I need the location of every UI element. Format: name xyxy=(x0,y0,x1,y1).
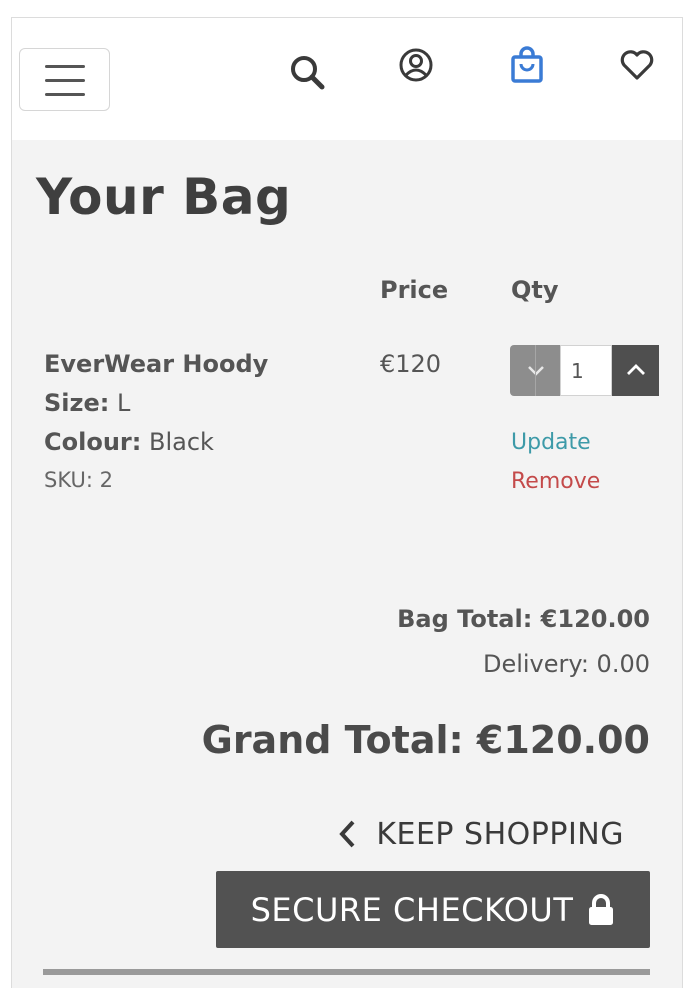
chevron-down-icon xyxy=(528,366,544,376)
site-header xyxy=(12,18,682,140)
lock-icon xyxy=(589,893,614,925)
decrement-button[interactable] xyxy=(510,345,560,396)
keep-shopping-label: KEEP SHOPPING xyxy=(376,816,624,852)
product-size: Size: L xyxy=(44,389,130,417)
size-value: L xyxy=(117,389,131,417)
qty-column-header: Qty xyxy=(511,276,559,304)
quantity-stepper xyxy=(510,345,659,396)
price-column-header: Price xyxy=(380,276,449,304)
chevron-left-icon xyxy=(339,820,355,848)
account-icon[interactable] xyxy=(398,47,434,83)
grand-total: Grand Total: €120.00 xyxy=(201,718,650,762)
hamburger-icon xyxy=(45,65,85,68)
hamburger-icon-bar xyxy=(45,79,85,82)
heart-icon[interactable] xyxy=(619,49,655,81)
page-title: Your Bag xyxy=(36,168,292,226)
bag-total: Bag Total: €120.00 xyxy=(397,605,650,633)
update-link[interactable]: Update xyxy=(511,430,591,455)
quantity-input[interactable] xyxy=(560,345,612,396)
colour-label: Colour: xyxy=(44,428,142,456)
hamburger-icon-bar xyxy=(45,93,85,96)
size-label: Size: xyxy=(44,389,110,417)
product-colour: Colour: Black xyxy=(44,428,214,456)
product-price: €120 xyxy=(380,350,442,378)
secure-checkout-label: SECURE CHECKOUT xyxy=(250,890,574,929)
delivery-cost: Delivery: 0.00 xyxy=(482,650,650,678)
product-sku: SKU: 2 xyxy=(44,468,114,492)
menu-button[interactable] xyxy=(19,48,110,111)
shopping-bag-icon[interactable] xyxy=(510,46,544,84)
secure-checkout-button[interactable]: SECURE CHECKOUT xyxy=(216,871,650,948)
product-name: EverWear Hoody xyxy=(44,350,269,378)
increment-button[interactable] xyxy=(612,345,659,396)
colour-value: Black xyxy=(148,428,214,456)
page-frame: Your Bag Price Qty EverWear Hoody Size: … xyxy=(11,17,683,988)
search-icon[interactable] xyxy=(290,55,326,91)
keep-shopping-link[interactable]: KEEP SHOPPING xyxy=(338,814,624,854)
remove-link[interactable]: Remove xyxy=(511,469,600,494)
divider xyxy=(43,969,650,975)
chevron-up-icon xyxy=(627,364,645,375)
